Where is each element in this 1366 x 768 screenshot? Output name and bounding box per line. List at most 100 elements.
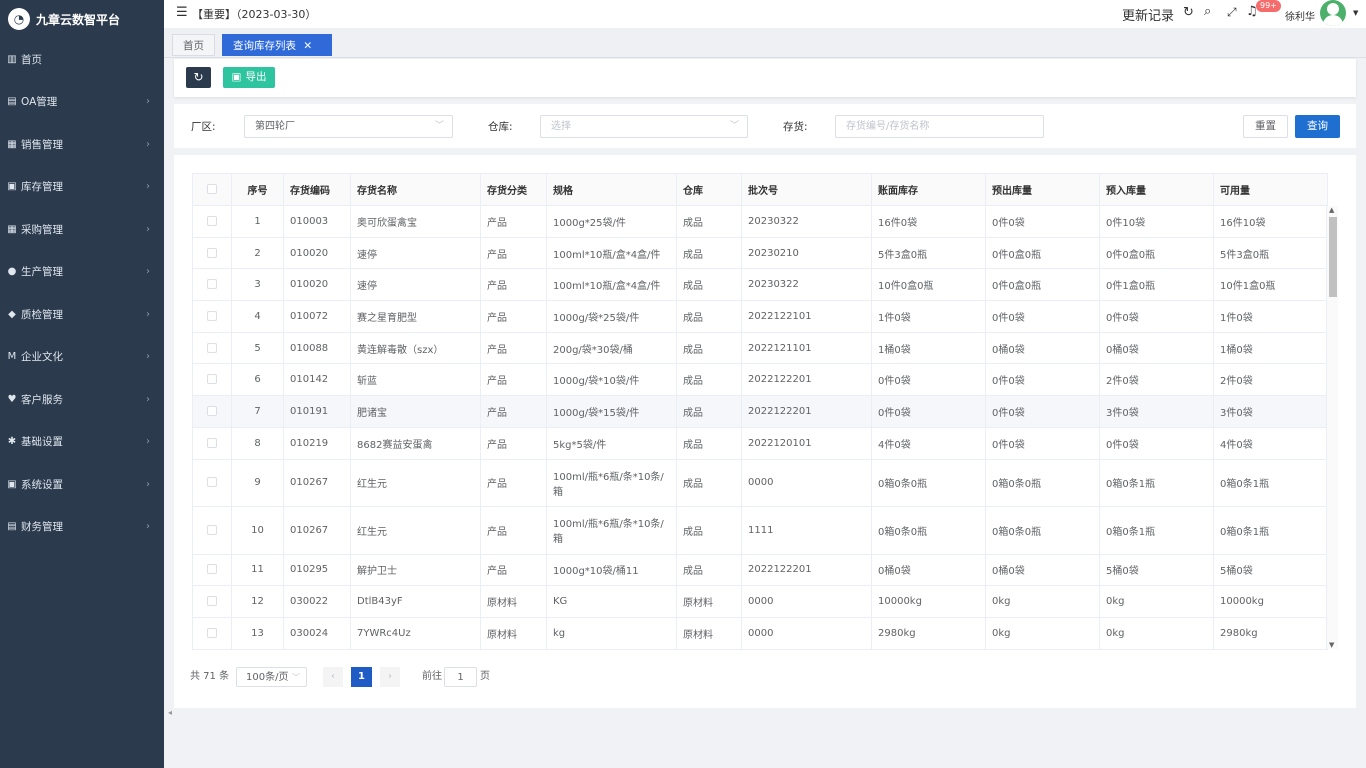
row-checkbox[interactable] bbox=[207, 596, 217, 607]
column-header[interactable]: 仓库 bbox=[676, 173, 742, 206]
avatar[interactable] bbox=[1320, 0, 1346, 26]
table-cell: 010020 bbox=[283, 236, 351, 270]
row-checkbox[interactable] bbox=[207, 627, 217, 638]
row-checkbox[interactable] bbox=[207, 564, 217, 575]
next-page-button[interactable]: › bbox=[380, 667, 400, 687]
fullscreen-icon[interactable]: ⤢ bbox=[1227, 5, 1237, 20]
table-cell: 0件0袋 bbox=[985, 395, 1100, 428]
sidebar-menu: ▥ 首页 ▤ OA管理 › ▦ 销售管理 › ▣ 库存管理 › ▦ 采购管理 › ● 生产管理 › ◆ 质检管理 › M… bbox=[0, 38, 164, 548]
goto-page-input[interactable]: 1 bbox=[444, 667, 477, 687]
table-row[interactable]: 3 010020 速停 产品 100ml*10瓶/盒*4盒/件 成品 20230322 10件… bbox=[192, 268, 1328, 302]
app-logo[interactable]: ◔ 九章云数智平台 bbox=[0, 0, 164, 38]
prev-page-button[interactable]: ‹ bbox=[323, 667, 343, 687]
row-checkbox[interactable] bbox=[207, 310, 217, 321]
table-cell: 010267 bbox=[283, 506, 351, 555]
table-row[interactable]: 8 010219 8682赛益安蛋禽 产品 5kg*5袋/件 成品 2022120101 4件… bbox=[192, 426, 1328, 460]
sidebar-item-home[interactable]: ▥ 首页 bbox=[0, 38, 164, 81]
row-checkbox[interactable] bbox=[207, 279, 217, 290]
sidebar-item-service[interactable]: ♥ 客户服务 › bbox=[0, 378, 164, 421]
table-row[interactable]: 5 010088 黄连解毒散（szx） 产品 200g/袋*30袋/桶 成品 2022121… bbox=[192, 331, 1328, 365]
sidebar-item-culture[interactable]: M 企业文化 › bbox=[0, 336, 164, 379]
page-size-select[interactable]: 100条/页 ﹀ bbox=[236, 667, 307, 687]
warehouse-select[interactable]: 选择 ﹀ bbox=[540, 115, 748, 138]
sidebar-item-oa[interactable]: ▤ OA管理 › bbox=[0, 81, 164, 124]
row-checkbox[interactable] bbox=[207, 374, 217, 385]
sidebar-item-inventory[interactable]: ▣ 库存管理 › bbox=[0, 166, 164, 209]
sidebar-item-basic-settings[interactable]: ✱ 基础设置 › bbox=[0, 421, 164, 464]
table-row[interactable]: 6 010142 斩蓝 产品 1000g/袋*10袋/件 成品 2022122201 0件0袋… bbox=[192, 363, 1328, 397]
sidebar-item-purchase[interactable]: ▦ 采购管理 › bbox=[0, 208, 164, 251]
table-row[interactable]: 10 010267 红生元 产品 100ml/瓶*6瓶/条*10条/箱 成品 1111 0箱0… bbox=[192, 506, 1328, 555]
table-cell: 成品 bbox=[676, 205, 742, 238]
hamburger-icon[interactable]: ☰ bbox=[176, 5, 188, 20]
row-checkbox[interactable] bbox=[207, 437, 217, 448]
user-name[interactable]: 徐利华 bbox=[1285, 8, 1315, 23]
sidebar-item-production[interactable]: ● 生产管理 › bbox=[0, 251, 164, 294]
caret-down-icon[interactable]: ▼ bbox=[1353, 9, 1358, 17]
scroll-down-icon[interactable]: ▼ bbox=[1329, 641, 1334, 649]
table-cell: 原材料 bbox=[480, 616, 547, 650]
column-header[interactable]: 可用量 bbox=[1213, 173, 1328, 206]
search-button[interactable]: 查询 bbox=[1295, 115, 1340, 138]
column-header[interactable]: 批次号 bbox=[741, 173, 872, 206]
column-header[interactable]: 预出库量 bbox=[985, 173, 1100, 206]
chevron-right-icon: › bbox=[146, 351, 150, 363]
vertical-scrollbar[interactable]: ▲ ▼ bbox=[1326, 206, 1338, 649]
refresh-button[interactable]: ↻ bbox=[186, 67, 211, 88]
table-row[interactable]: 4 010072 赛之星育肥型 产品 1000g/袋*25袋/件 成品 2022122101… bbox=[192, 300, 1328, 333]
sidebar-item-quality[interactable]: ◆ 质检管理 › bbox=[0, 293, 164, 336]
table-row[interactable]: 9 010267 红生元 产品 100ml/瓶*6瓶/条*10条/箱 成品 0000 0箱0条… bbox=[192, 458, 1328, 507]
row-checkbox[interactable] bbox=[207, 477, 217, 488]
table-cell: 2022122201 bbox=[741, 395, 872, 428]
table-cell: 100ml*10瓶/盒*4盒/件 bbox=[546, 268, 677, 302]
row-checkbox[interactable] bbox=[207, 342, 217, 353]
table-row[interactable]: 1 010003 奥可欣蛋禽宝 产品 1000g*25袋/件 成品 20230322 16件0… bbox=[192, 205, 1328, 238]
close-icon[interactable]: ✕ bbox=[303, 40, 312, 52]
row-checkbox[interactable] bbox=[207, 215, 217, 226]
table-row[interactable]: 12 030022 DtlB43yF 原材料 KG 原材料 0000 10000kg 0kg 0k… bbox=[192, 585, 1328, 618]
tab-inventory-list[interactable]: 查询库存列表 ✕ bbox=[222, 34, 332, 56]
chevron-right-icon: › bbox=[146, 138, 150, 150]
collapse-handle-icon[interactable]: ◂ bbox=[168, 708, 172, 717]
total-count: 共 71 条 bbox=[190, 671, 230, 682]
row-checkbox[interactable] bbox=[207, 405, 217, 416]
table-row[interactable]: 11 010295 解护卫士 产品 1000g*10袋/桶11 成品 2022122201 0… bbox=[192, 553, 1328, 587]
row-checkbox[interactable] bbox=[207, 247, 217, 258]
tab-home[interactable]: 首页 bbox=[172, 34, 215, 56]
sidebar-item-system-settings[interactable]: ▣ 系统设置 › bbox=[0, 463, 164, 506]
table-row[interactable]: 7 010191 肥诸宝 产品 1000g/袋*15袋/件 成品 2022122201 0件0… bbox=[192, 395, 1328, 428]
warehouse-placeholder: 选择 bbox=[551, 121, 571, 132]
select-all-header bbox=[192, 173, 232, 206]
stock-search-input[interactable]: 存货编号/存货名称 bbox=[835, 115, 1044, 138]
export-button[interactable]: ▣ 导出 bbox=[223, 67, 275, 88]
table-row[interactable]: 13 030024 7YWRc4Uz 原材料 kg 原材料 0000 2980kg 0kg 0kg… bbox=[192, 616, 1328, 650]
update-log-link[interactable]: 更新记录 bbox=[1122, 5, 1174, 24]
column-header[interactable]: 预入库量 bbox=[1099, 173, 1214, 206]
notice-text[interactable]: 【重要】（2023-03-30） bbox=[192, 6, 316, 22]
purchase-icon: ▦ bbox=[7, 223, 17, 235]
sidebar-item-finance[interactable]: ▤ 财务管理 › bbox=[0, 506, 164, 549]
column-header[interactable]: 存货名称 bbox=[350, 173, 481, 206]
column-header[interactable]: 序号 bbox=[231, 173, 284, 206]
scroll-up-icon[interactable]: ▲ bbox=[1329, 206, 1334, 214]
finance-icon: ▤ bbox=[7, 521, 17, 533]
chevron-right-icon: › bbox=[146, 521, 150, 533]
table-row[interactable]: 2 010020 速停 产品 100ml*10瓶/盒*4盒/件 成品 20230210 5件3… bbox=[192, 236, 1328, 270]
column-header[interactable]: 账面库存 bbox=[871, 173, 986, 206]
table-cell: 成品 bbox=[676, 268, 742, 302]
column-header[interactable]: 存货编码 bbox=[283, 173, 351, 206]
current-page-button[interactable]: 1 bbox=[351, 667, 372, 687]
refresh-icon[interactable]: ↻ bbox=[1183, 5, 1194, 20]
sidebar-item-sales[interactable]: ▦ 销售管理 › bbox=[0, 123, 164, 166]
table-cell: 1件0袋 bbox=[1213, 300, 1328, 333]
reset-button[interactable]: 重置 bbox=[1243, 115, 1288, 138]
factory-select[interactable]: 第四轮厂 ﹀ bbox=[244, 115, 453, 138]
column-header[interactable]: 存货分类 bbox=[480, 173, 547, 206]
table-cell: 0桶0袋 bbox=[1099, 331, 1214, 365]
row-checkbox[interactable] bbox=[207, 524, 217, 535]
search-label: 查询 bbox=[1307, 120, 1328, 132]
search-icon[interactable]: ⌕ bbox=[1204, 4, 1211, 19]
scrollbar-thumb[interactable] bbox=[1329, 217, 1337, 297]
column-header[interactable]: 规格 bbox=[546, 173, 677, 206]
select-all-checkbox[interactable] bbox=[207, 184, 217, 194]
